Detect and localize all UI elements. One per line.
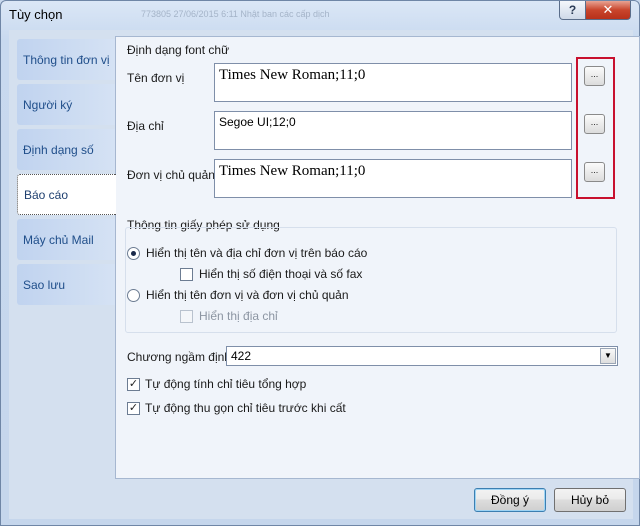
cancel-button[interactable]: Hủy bỏ (554, 488, 626, 512)
chuong-value: 422 (231, 349, 252, 363)
checkbox-show-address-label: Hiển thị địa chỉ (199, 309, 278, 323)
font-row-label-dia-chi: Địa chỉ (127, 119, 164, 133)
nav-item-nguoi-ky[interactable]: Người ký (17, 84, 115, 125)
options-dialog: Tùy chọn 773805 27/06/2015 6:11 Nhật ban… (0, 0, 640, 526)
chevron-down-icon[interactable]: ▼ (600, 348, 616, 364)
close-icon: ✕ (602, 2, 614, 17)
window-title: Tùy chọn (9, 7, 63, 22)
checkbox-auto-total[interactable]: ✓ (127, 378, 140, 391)
nav-item-may-chu-mail[interactable]: Máy chủ Mail (17, 219, 115, 260)
font-group-title: Định dạng font chữ (127, 43, 230, 57)
checkbox-show-address[interactable] (180, 310, 193, 323)
title-bar[interactable]: Tùy chọn 773805 27/06/2015 6:11 Nhật ban… (1, 1, 639, 29)
font-row-label-ten-don-vi: Tên đơn vị (127, 71, 185, 85)
checkbox-auto-collapse[interactable]: ✓ (127, 402, 140, 415)
background-window-text: 773805 27/06/2015 6:11 Nhật ban các cấp … (141, 9, 330, 19)
help-icon: ? (568, 3, 577, 17)
chuong-select[interactable]: 422 ▼ (226, 346, 618, 366)
radio-show-name-address[interactable] (127, 247, 140, 260)
radio-show-name-parent-unit[interactable] (127, 289, 140, 302)
nav-item-label: Thông tin đơn vị (23, 52, 110, 67)
radio-show-name-address-label: Hiển thị tên và địa chỉ đơn vị trên báo … (146, 246, 368, 260)
nav-item-thong-tin-don-vi[interactable]: Thông tin đơn vị (17, 39, 115, 80)
nav-item-bao-cao[interactable]: Báo cáo (17, 174, 116, 215)
ok-button[interactable]: Đồng ý (474, 488, 546, 512)
checkbox-auto-collapse-label: Tự động thu gọn chỉ tiêu trước khi cất (145, 401, 346, 415)
dialog-client-area: Thông tin đơn vị Người ký Định dạng số B… (9, 30, 640, 519)
chuong-label: Chương ngầm định (127, 350, 231, 364)
nav-item-label: Máy chủ Mail (23, 232, 94, 247)
nav-item-dinh-dang-so[interactable]: Định dạng số (17, 129, 115, 170)
close-button[interactable]: ✕ (585, 1, 631, 20)
nav-item-label: Định dạng số (23, 142, 94, 157)
radio-show-name-parent-unit-label: Hiển thị tên đơn vị và đơn vị chủ quản (146, 288, 349, 302)
report-settings-panel: Định dạng font chữ Tên đơn vị Times New … (115, 36, 640, 479)
help-button[interactable]: ? (559, 1, 586, 20)
checkbox-show-phone-fax[interactable] (180, 268, 193, 281)
nav-item-sao-luu[interactable]: Sao lưu (17, 264, 115, 305)
checkbox-auto-total-label: Tự động tính chỉ tiêu tổng hợp (145, 377, 307, 391)
nav-item-label: Báo cáo (24, 187, 69, 202)
font-field-don-vi-chu-quan[interactable]: Times New Roman;11;0 (214, 159, 572, 198)
highlight-annotation (576, 57, 615, 199)
font-field-dia-chi[interactable]: Segoe UI;12;0 (214, 111, 572, 150)
font-row-label-don-vi-chu-quan: Đơn vị chủ quản (127, 168, 215, 182)
nav-item-label: Sao lưu (23, 277, 66, 292)
nav-item-label: Người ký (23, 97, 73, 112)
checkbox-show-phone-fax-label: Hiển thị số điện thoại và số fax (199, 267, 363, 281)
font-field-ten-don-vi[interactable]: Times New Roman;11;0 (214, 63, 572, 102)
